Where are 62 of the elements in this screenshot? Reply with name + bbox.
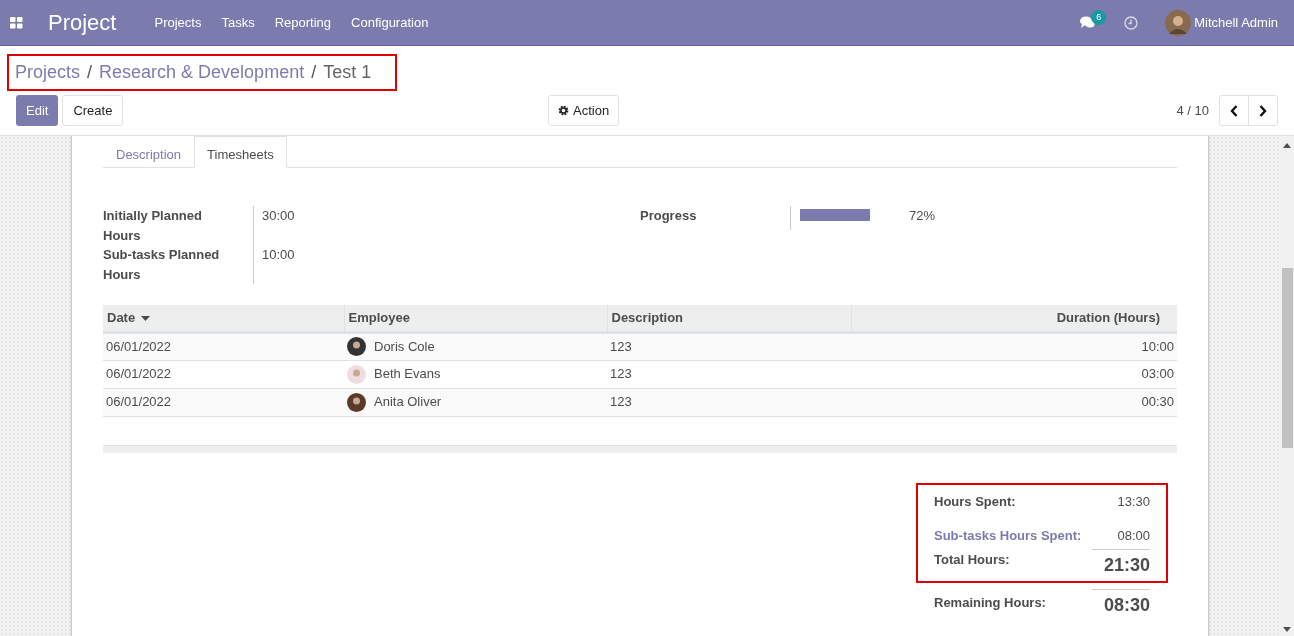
- summary-label: Remaining Hours:: [934, 593, 1046, 612]
- employee-name: Anita Oliver: [374, 393, 442, 412]
- progress-percent: 72%: [909, 207, 936, 225]
- chevron-left-icon: [1230, 104, 1238, 117]
- breadcrumb-current: Test 1: [323, 61, 372, 84]
- description-cell: 123: [610, 338, 632, 354]
- column-header[interactable]: Employee: [344, 305, 607, 332]
- duration-cell: 03:00: [1141, 366, 1174, 382]
- sort-descending-icon: [140, 316, 150, 322]
- date-cell: 06/01/2022: [106, 338, 172, 354]
- clock-icon[interactable]: [1124, 15, 1139, 30]
- breadcrumb-separator: /: [311, 61, 317, 84]
- field-label: Sub-tasks Planned Hours: [103, 246, 221, 284]
- avatar-icon: [347, 364, 366, 384]
- column-header[interactable]: Date: [103, 305, 344, 332]
- column-header[interactable]: Description: [607, 305, 851, 332]
- breadcrumb-link[interactable]: Projects: [15, 59, 81, 86]
- action-button[interactable]: Action: [548, 95, 620, 126]
- tab[interactable]: Description: [103, 136, 195, 167]
- date-cell: 06/01/2022: [106, 366, 172, 382]
- tab[interactable]: Timesheets: [194, 136, 287, 168]
- breadcrumb-link[interactable]: Research & Development: [99, 59, 305, 86]
- field-label: Initially Planned Hours: [103, 207, 203, 245]
- pager-counter: 4 / 10: [1176, 101, 1209, 120]
- summary-value: 08:30: [1092, 588, 1150, 619]
- gear-icon: [558, 105, 569, 116]
- app-title: Project: [48, 9, 117, 37]
- menu-item[interactable]: Tasks: [211, 12, 265, 33]
- summary-label: Sub-tasks Hours Spent:: [934, 527, 1082, 545]
- progress-label: Progress: [640, 207, 698, 225]
- user-name[interactable]: Mitchell Admin: [1194, 12, 1278, 33]
- field-value: 30:00: [262, 208, 295, 223]
- description-cell: 123: [610, 394, 632, 410]
- column-header[interactable]: Duration (Hours): [851, 305, 1177, 332]
- summary-label: Total Hours:: [934, 550, 1010, 569]
- chat-icon[interactable]: [1080, 16, 1096, 29]
- scroll-down-icon[interactable]: [1283, 627, 1291, 632]
- summary-value: 21:30: [1092, 548, 1150, 579]
- scroll-up-icon[interactable]: [1283, 143, 1291, 148]
- apps-menu-icon[interactable]: [10, 16, 23, 29]
- employee-name: Doris Cole: [374, 337, 435, 356]
- field-value: 10:00: [262, 247, 295, 262]
- create-button[interactable]: Create: [62, 95, 124, 126]
- menu-item[interactable]: Configuration: [341, 12, 439, 33]
- chevron-right-icon: [1259, 104, 1267, 117]
- menu-item[interactable]: Projects: [144, 12, 212, 33]
- avatar-icon: [347, 337, 366, 356]
- duration-cell: 10:00: [1141, 338, 1174, 354]
- duration-cell: 00:30: [1141, 394, 1174, 410]
- message-count-badge: 6: [1091, 9, 1107, 25]
- scrollbar-thumb[interactable]: [1281, 268, 1293, 448]
- employee-name: Beth Evans: [374, 365, 441, 384]
- description-cell: 123: [610, 366, 632, 382]
- avatar-icon: [347, 392, 366, 412]
- summary-label: Hours Spent:: [934, 492, 1016, 511]
- menu-item[interactable]: Reporting: [264, 12, 342, 33]
- summary-value: 13:30: [1117, 492, 1150, 511]
- date-cell: 06/01/2022: [106, 394, 172, 410]
- breadcrumb-separator: /: [87, 61, 93, 84]
- edit-button[interactable]: Edit: [16, 95, 59, 126]
- summary-value: 08:00: [1117, 527, 1150, 545]
- user-avatar-icon[interactable]: [1165, 9, 1192, 36]
